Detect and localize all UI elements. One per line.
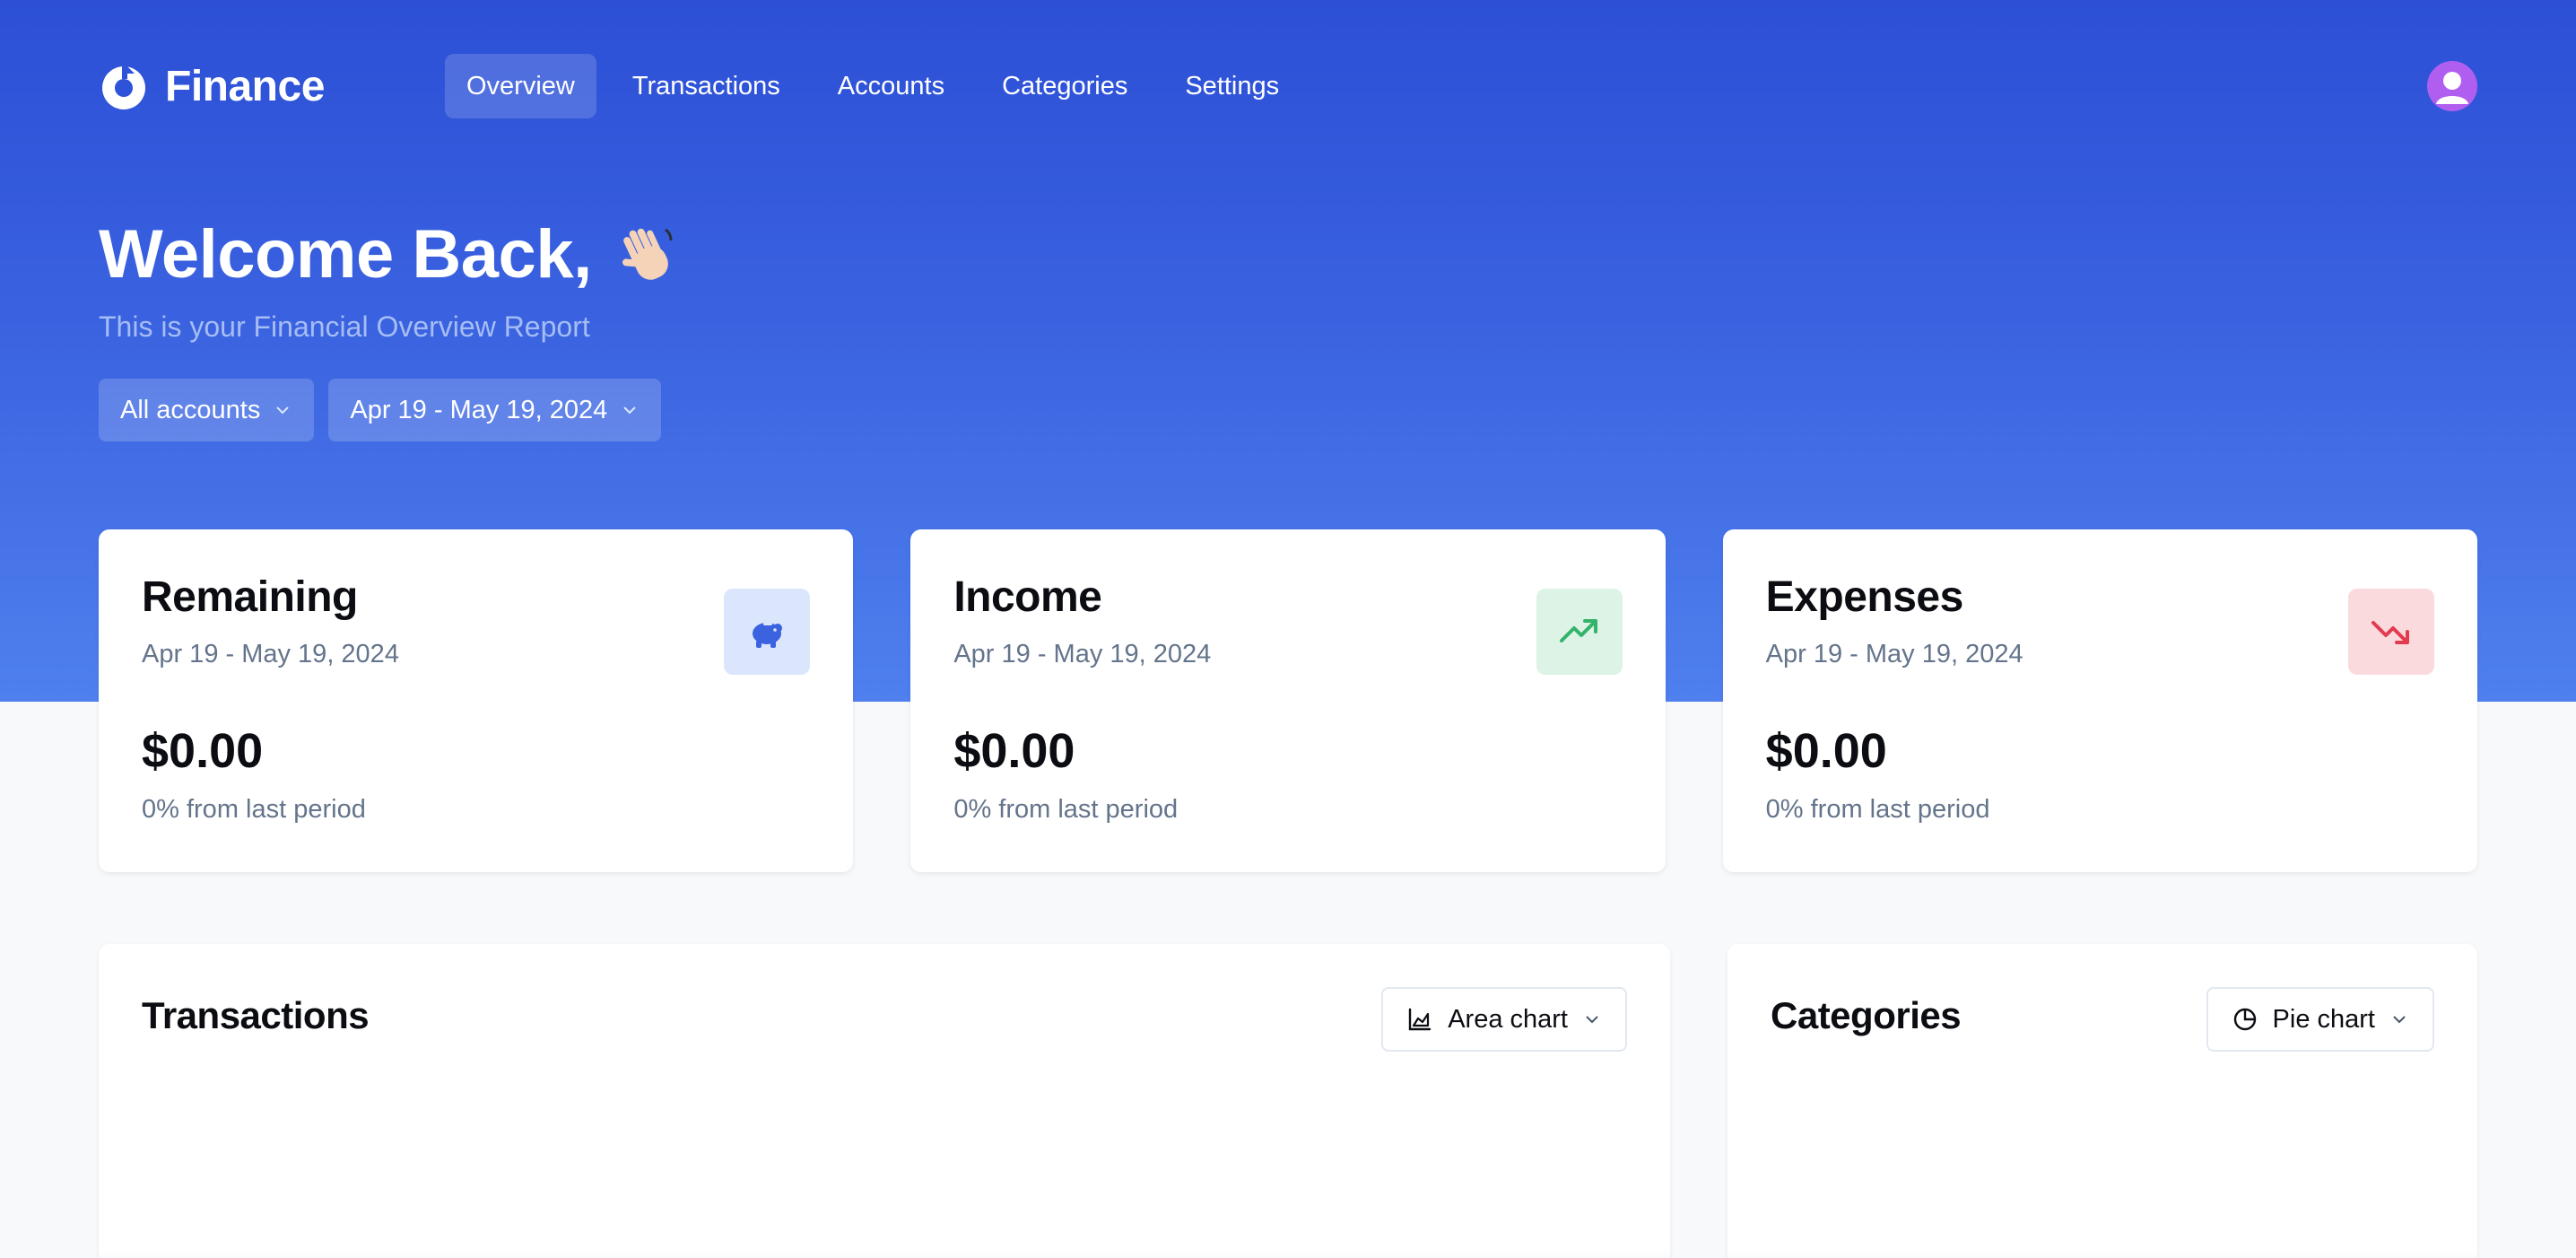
card-value: $0.00: [1765, 724, 1887, 778]
date-range-label: Apr 19 - May 19, 2024: [350, 395, 608, 424]
nav-item-transactions[interactable]: Transactions: [611, 54, 802, 118]
panel-fade: [99, 1249, 1670, 1258]
account-filter[interactable]: All accounts: [99, 379, 315, 441]
card-title: Expenses: [1765, 573, 1964, 621]
categories-panel: Categories Pie chart: [1727, 944, 2477, 1258]
chevron-down-icon: [2393, 1016, 2406, 1024]
chart-type-select[interactable]: Pie chart: [2206, 987, 2434, 1052]
welcome-title: Welcome Back,: [99, 216, 592, 293]
user-icon: [2436, 72, 2468, 104]
panel-title: Transactions: [142, 994, 370, 1036]
panel-title: Categories: [1771, 994, 1962, 1036]
nav-item-accounts[interactable]: Accounts: [816, 54, 966, 118]
welcome-subtitle: This is your Financial Overview Report: [99, 310, 590, 343]
user-avatar[interactable]: [2427, 61, 2477, 111]
piggy-bank-icon: [724, 589, 811, 675]
logo[interactable]: Finance: [99, 61, 445, 111]
card-title: Remaining: [142, 573, 358, 621]
card-delta: 0% from last period: [953, 795, 1179, 824]
app-name: Finance: [165, 62, 325, 110]
nav-item-overview[interactable]: Overview: [445, 54, 596, 118]
panel-fade: [1727, 1249, 2477, 1258]
nav-item-settings[interactable]: Settings: [1163, 54, 1301, 118]
card-delta: 0% from last period: [1765, 795, 1990, 824]
area-chart-icon: [1409, 1008, 1432, 1031]
card-delta: 0% from last period: [142, 795, 366, 824]
header: Finance Overview Transactions Accounts C…: [99, 54, 2477, 118]
chart-panels: Transactions Area chart Categories Pie c…: [99, 944, 2477, 1258]
chevron-down-icon: [276, 406, 290, 415]
card-date-range: Apr 19 - May 19, 2024: [142, 640, 399, 668]
pie-chart-icon: [2233, 1008, 2256, 1031]
card-date-range: Apr 19 - May 19, 2024: [953, 640, 1212, 668]
card-title: Income: [953, 573, 1102, 621]
stat-card-income: Income Apr 19 - May 19, 2024 $0.00 0% fr…: [910, 529, 1666, 872]
chart-type-label: Area chart: [1448, 1004, 1568, 1034]
stat-card-expenses: Expenses Apr 19 - May 19, 2024 $0.00 0% …: [1722, 529, 2477, 872]
waving-hand-icon: [622, 228, 673, 280]
logo-icon: [102, 63, 145, 109]
account-filter-label: All accounts: [120, 395, 261, 424]
filters: All accounts Apr 19 - May 19, 2024: [99, 379, 662, 441]
chevron-down-icon: [1586, 1016, 1598, 1024]
card-value: $0.00: [953, 724, 1075, 778]
nav-item-categories[interactable]: Categories: [980, 54, 1149, 118]
transactions-panel: Transactions Area chart: [99, 944, 1670, 1258]
card-value: $0.00: [142, 724, 264, 778]
main-nav: Overview Transactions Accounts Categorie…: [445, 54, 1301, 118]
chevron-down-icon: [623, 406, 637, 415]
welcome-heading: Welcome Back,: [99, 215, 682, 293]
stat-card-remaining: Remaining Apr 19 - May 19, 2024 $0.00 0%…: [99, 529, 854, 872]
trending-down-icon: [2347, 589, 2434, 675]
chart-type-select[interactable]: Area chart: [1381, 987, 1627, 1052]
chart-type-label: Pie chart: [2272, 1004, 2375, 1034]
date-range-filter[interactable]: Apr 19 - May 19, 2024: [328, 379, 662, 441]
stat-cards: Remaining Apr 19 - May 19, 2024 $0.00 0%…: [99, 529, 2477, 872]
trending-up-icon: [1536, 589, 1623, 675]
card-date-range: Apr 19 - May 19, 2024: [1765, 640, 2023, 668]
